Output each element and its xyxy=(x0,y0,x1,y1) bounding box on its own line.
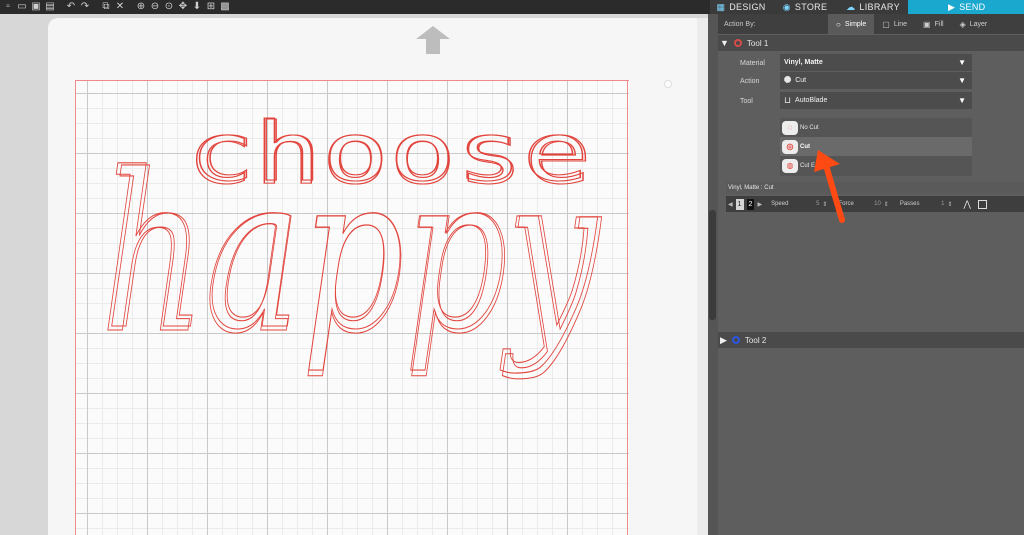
grid-icon: ▦ xyxy=(716,1,726,12)
passes-label: Passes xyxy=(899,201,920,207)
scrollbar-thumb[interactable] xyxy=(709,210,716,320)
app-window: ▫ ▭ ▣ ▤ ↶ ↷ ⧉ ✕ ⊕ ⊖ ⊙ ✥ ⬇ ⊞ ▩ ▦ DESIGN ◉… xyxy=(0,0,1024,535)
line-icon: ▢ xyxy=(882,19,890,29)
annotation-arrow-icon xyxy=(814,150,845,223)
blade-depth-2[interactable]: 2 xyxy=(746,198,755,210)
fill-icon: ▣ xyxy=(923,19,931,29)
step-left-icon[interactable]: ◀ xyxy=(728,201,733,208)
passes-stepper-icon[interactable]: ⇕ xyxy=(948,201,953,208)
tab-library[interactable]: ☁ LIBRARY xyxy=(838,0,908,14)
chevron-down-icon: ▼ xyxy=(958,76,966,85)
top-navigation: ▦ DESIGN ◉ STORE ☁ LIBRARY ▶ SEND xyxy=(710,0,1024,14)
tab-design[interactable]: ▦ DESIGN xyxy=(710,0,772,14)
mode-fill[interactable]: ▣ Fill xyxy=(915,14,952,34)
material-select[interactable]: Vinyl, Matte ▼ xyxy=(780,54,972,71)
cut-edge-icon: ◍ xyxy=(782,158,798,173)
no-cut-icon: ◌ xyxy=(782,120,798,135)
passes-value[interactable]: 1 xyxy=(931,201,944,207)
tool-2-color-icon xyxy=(731,336,740,344)
tool-1-color-icon xyxy=(733,39,742,47)
force-value[interactable]: 10 xyxy=(867,201,881,207)
tool-2-header[interactable]: ▶ Tool 2 xyxy=(718,332,1024,348)
mode-layer[interactable]: ◈ Layer xyxy=(952,14,996,34)
layer-icon: ◈ xyxy=(959,19,966,29)
tab-send[interactable]: ▶ SEND xyxy=(908,0,1024,14)
speed-label: Speed xyxy=(771,201,789,207)
circle-icon: ○ xyxy=(836,19,841,29)
blade-icon: ⯃ xyxy=(784,75,792,85)
cut-icon: ◎ xyxy=(782,139,798,154)
expand-triangle-icon[interactable]: ▶ xyxy=(720,335,727,346)
cloud-icon: ☁ xyxy=(846,1,856,12)
mode-line[interactable]: ▢ Line xyxy=(874,14,915,34)
autoblade-icon: ⊔ xyxy=(784,95,792,105)
overcut-icon[interactable]: ⋀ xyxy=(964,199,971,210)
send-panel: Action By: ○ Simple ▢ Line ▣ Fill ◈ Laye… xyxy=(718,14,1024,535)
artwork-canvas: choose choose happy happy xyxy=(99,103,602,382)
tool-label: Tool xyxy=(740,98,753,105)
tool-1-header[interactable]: ▼ Tool 1 xyxy=(718,35,1024,51)
cut-settings-title: Vinyl, Matte : Cut xyxy=(726,182,1024,194)
chevron-down-icon: ▼ xyxy=(958,96,966,105)
collapse-triangle-icon[interactable]: ▼ xyxy=(720,38,729,48)
chevron-down-icon: ▼ xyxy=(958,58,966,67)
action-select[interactable]: ⯃ Cut ▼ xyxy=(780,72,972,89)
mode-simple[interactable]: ○ Simple xyxy=(828,14,875,34)
option-checkbox[interactable] xyxy=(977,199,987,209)
tab-store[interactable]: ◉ STORE xyxy=(772,0,838,14)
action-label: Action xyxy=(740,78,760,85)
blade-depth-1[interactable]: 1 xyxy=(735,198,744,210)
send-icon: ▶ xyxy=(948,1,956,12)
option-no-cut[interactable]: ◌ No Cut xyxy=(780,118,972,137)
s-icon: ◉ xyxy=(782,1,791,12)
material-label: Material xyxy=(740,60,765,67)
action-by-label: Action By: xyxy=(724,20,756,28)
cut-settings-row: ◀ 1 2 ▶ Speed 5 ⇕ Force 10 ⇕ Passes 1 ⇕ … xyxy=(726,196,1024,212)
tool-select[interactable]: ⊔ AutoBlade ▼ xyxy=(780,92,972,109)
step-right-icon[interactable]: ▶ xyxy=(757,201,762,208)
artwork-text-happy-inner: happy xyxy=(104,129,598,376)
action-by-row: Action By: ○ Simple ▢ Line ▣ Fill ◈ Laye… xyxy=(718,14,1024,34)
force-stepper-icon[interactable]: ⇕ xyxy=(884,201,889,208)
